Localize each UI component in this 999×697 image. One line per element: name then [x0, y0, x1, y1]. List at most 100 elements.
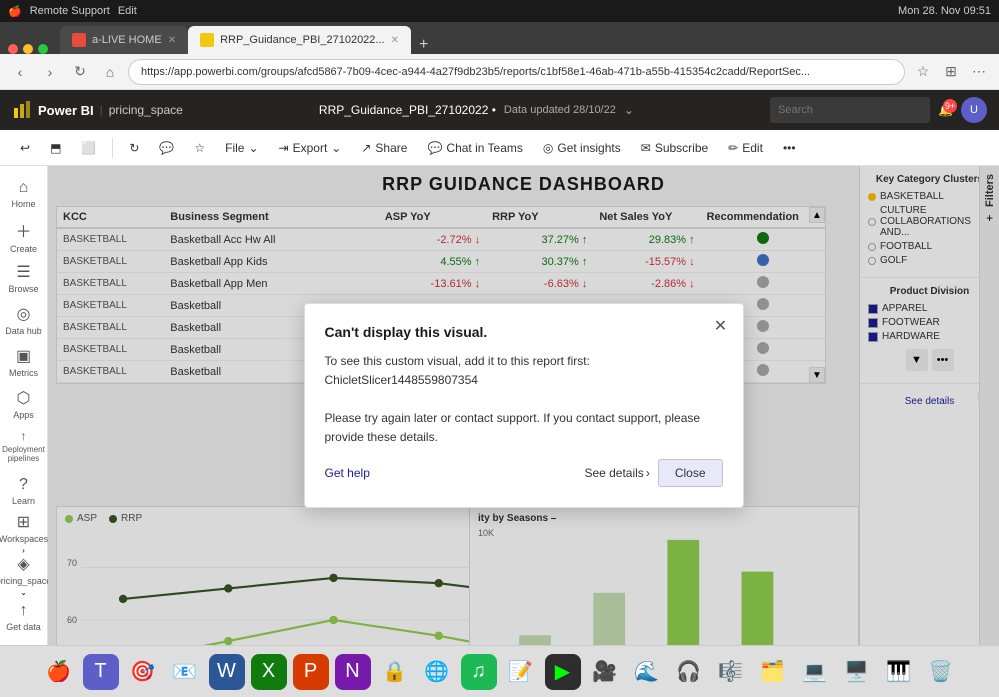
- tab-alive[interactable]: a-LIVE HOME ✕: [60, 26, 188, 54]
- refresh-button[interactable]: ↻: [121, 134, 147, 162]
- new-tab-button[interactable]: +: [411, 36, 436, 54]
- dock-word[interactable]: W: [209, 654, 245, 690]
- dock-spotify[interactable]: ♫: [461, 654, 497, 690]
- export-button[interactable]: ⇥ Export ⌄: [271, 134, 350, 162]
- sidebar-item-learn[interactable]: ? Learn: [4, 471, 44, 511]
- insights-label: Get insights: [557, 141, 620, 155]
- sidebar-item-home[interactable]: ⌂ Home: [4, 174, 44, 214]
- os-edit[interactable]: Edit: [118, 5, 137, 17]
- main-layout: ⌂ Home ＋ Create ☰ Browse ◎ Data hub ▣ Me…: [0, 166, 999, 645]
- sidebar-item-workspaces[interactable]: ⊞ Workspaces ›: [4, 513, 44, 553]
- forward-button[interactable]: ›: [38, 60, 62, 84]
- dock-excel[interactable]: X: [251, 654, 287, 690]
- dock-headphones[interactable]: 🎧: [671, 654, 707, 690]
- modal-close-button[interactable]: ✕: [711, 316, 731, 336]
- subscribe-label: Subscribe: [655, 141, 708, 155]
- close-traffic-light[interactable]: [8, 44, 18, 54]
- pbi-data-updated: Data updated 28/10/22: [504, 104, 616, 116]
- pbi-report-name: RRP_Guidance_PBI_27102022 •: [319, 103, 496, 117]
- os-bar-right: Mon 28. Nov 09:51: [898, 5, 991, 17]
- subscribe-button[interactable]: ✉ Subscribe: [633, 134, 716, 162]
- notification-bell[interactable]: 🔔 9+: [938, 103, 953, 117]
- apple-icon[interactable]: 🍎: [8, 5, 22, 18]
- pbi-report-info: RRP_Guidance_PBI_27102022 • Data updated…: [195, 103, 758, 117]
- os-remote-support: Remote Support: [30, 5, 110, 17]
- dock-folder1[interactable]: 🗂️: [755, 654, 791, 690]
- modal-box: ✕ Can't display this visual. To see this…: [304, 303, 744, 509]
- get-insights-button[interactable]: ◎ Get insights: [535, 134, 629, 162]
- dock-outlook[interactable]: 📧: [167, 654, 203, 690]
- share-button[interactable]: ↗ Share: [353, 134, 415, 162]
- sidebar-bottom: ? Learn ⊞ Workspaces › ◈ pricing_space ⌄…: [4, 471, 44, 645]
- user-avatar[interactable]: U: [961, 97, 987, 123]
- dock-folder2[interactable]: 💻: [797, 654, 833, 690]
- tab-alive-close[interactable]: ✕: [168, 35, 176, 46]
- dock-trash[interactable]: 🗑️: [923, 654, 959, 690]
- pbi-app-name: Power BI: [38, 103, 94, 118]
- modal-get-help[interactable]: Get help: [325, 466, 370, 480]
- share-icon: ↗: [361, 141, 371, 155]
- edit-button[interactable]: ✏ Edit: [720, 134, 771, 162]
- dock-terminal[interactable]: ▶: [545, 654, 581, 690]
- file-button[interactable]: File ⌄: [217, 134, 266, 162]
- datahub-icon: ◎: [17, 304, 31, 324]
- extensions-button[interactable]: ⊞: [939, 60, 963, 84]
- chat-icon: 💬: [427, 141, 442, 155]
- sidebar-item-browse[interactable]: ☰ Browse: [4, 258, 44, 298]
- tab-pbi-label: RRP_Guidance_PBI_27102022...: [220, 34, 385, 46]
- modal-chevron-icon: ›: [646, 466, 650, 480]
- browser-menu-button[interactable]: ⋯: [967, 60, 991, 84]
- dock-tunnelblick[interactable]: 🔒: [377, 654, 413, 690]
- home-button[interactable]: ⌂: [98, 60, 122, 84]
- dock-powerpoint[interactable]: P: [293, 654, 329, 690]
- sidebar-workspaces-label: Workspaces: [0, 534, 48, 544]
- layout-button[interactable]: ⬒: [42, 134, 69, 162]
- dock-airfoil[interactable]: 🎼: [713, 654, 749, 690]
- sidebar-item-apps[interactable]: ⬡ Apps: [4, 384, 44, 424]
- copy-button[interactable]: ⬜: [73, 134, 104, 162]
- sidebar-item-get-data[interactable]: ↑ Get data: [4, 597, 44, 637]
- minimize-traffic-light[interactable]: [23, 44, 33, 54]
- pbi-search-input[interactable]: [770, 97, 930, 123]
- dock-vlc[interactable]: 🎥: [587, 654, 623, 690]
- back-button[interactable]: ‹: [8, 60, 32, 84]
- dock-launchpad[interactable]: 🎯: [125, 654, 161, 690]
- dock-notes[interactable]: 📝: [503, 654, 539, 690]
- sidebar-item-datahub[interactable]: ◎ Data hub: [4, 300, 44, 340]
- pbi-logo: Power BI | pricing_space: [12, 100, 183, 120]
- sidebar-item-create[interactable]: ＋ Create: [4, 216, 44, 256]
- dock-piano[interactable]: 🎹: [881, 654, 917, 690]
- sidebar-item-pricing-space[interactable]: ◈ pricing_space ⌄: [4, 555, 44, 595]
- browse-icon: ☰: [16, 262, 30, 282]
- pbi-workspace[interactable]: pricing_space: [109, 103, 183, 117]
- learn-icon: ?: [19, 476, 28, 494]
- dock-chrome[interactable]: 🌐: [419, 654, 455, 690]
- reload-button[interactable]: ↻: [68, 60, 92, 84]
- address-input[interactable]: [128, 59, 905, 85]
- dock-edge[interactable]: 🌊: [629, 654, 665, 690]
- tab-pbi[interactable]: RRP_Guidance_PBI_27102022... ✕: [188, 26, 411, 54]
- dock-finder[interactable]: 🍎: [41, 654, 77, 690]
- sidebar-deployment-label: Deployment pipelines: [2, 445, 45, 463]
- bookmark-button[interactable]: ☆: [911, 60, 935, 84]
- pbi-data-chevron[interactable]: ⌄: [624, 103, 634, 117]
- bookmark-toolbar-button[interactable]: ☆: [186, 134, 213, 162]
- sidebar-item-metrics[interactable]: ▣ Metrics: [4, 342, 44, 382]
- sidebar-item-deployment[interactable]: ↑ Deployment pipelines: [4, 426, 44, 466]
- chat-label: Chat in Teams: [446, 141, 522, 155]
- comment-button[interactable]: 💬: [151, 134, 182, 162]
- sidebar-datahub-label: Data hub: [5, 326, 42, 336]
- modal-close-btn[interactable]: Close: [658, 459, 723, 487]
- chat-teams-button[interactable]: 💬 Chat in Teams: [419, 134, 530, 162]
- more-options-button[interactable]: •••: [775, 134, 804, 162]
- dock-onenote[interactable]: N: [335, 654, 371, 690]
- undo-button[interactable]: ↩: [12, 134, 38, 162]
- dock-teams[interactable]: T: [83, 654, 119, 690]
- home-icon: ⌂: [19, 179, 29, 197]
- modal-see-details-link[interactable]: See details ›: [584, 466, 649, 480]
- tab-pbi-close[interactable]: ✕: [391, 35, 399, 46]
- modal-see-details-area: Get help: [325, 466, 370, 480]
- sidebar-get-data-label: Get data: [6, 622, 41, 632]
- dock-folder3[interactable]: 🖥️: [839, 654, 875, 690]
- maximize-traffic-light[interactable]: [38, 44, 48, 54]
